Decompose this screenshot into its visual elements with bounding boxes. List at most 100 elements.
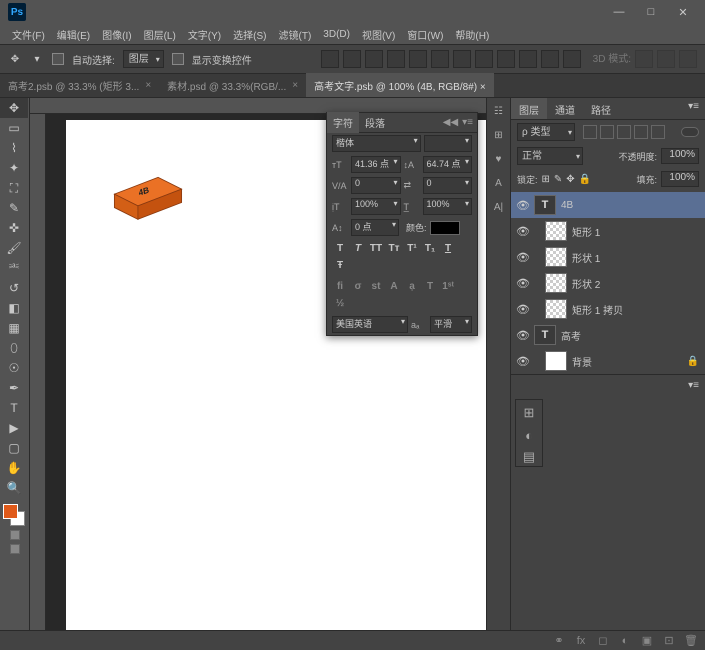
superscript-button[interactable]: T¹ (404, 241, 420, 256)
align-icon[interactable] (343, 50, 361, 68)
adjustment-icon[interactable]: ◐ (520, 426, 538, 444)
strike-button[interactable]: Ŧ (332, 258, 348, 273)
visibility-icon[interactable]: 👁 (517, 199, 529, 211)
menu-image[interactable]: 图像(I) (98, 25, 135, 44)
baseline-input[interactable]: 0 点 (351, 219, 399, 236)
lock-pos-icon[interactable]: ✥ (566, 174, 574, 185)
bold-button[interactable]: T (332, 241, 348, 256)
layer-name[interactable]: 4B (561, 200, 573, 211)
lasso-tool[interactable]: ⌇ (0, 138, 28, 158)
menu-3d[interactable]: 3D(D) (319, 27, 354, 42)
close-button[interactable]: ✕ (669, 4, 697, 20)
ot-st-button[interactable]: st (368, 279, 384, 294)
panel-expand-icon[interactable]: ◀◀ (443, 117, 458, 128)
align-icon[interactable] (541, 50, 559, 68)
close-icon[interactable]: × (145, 80, 151, 91)
layer-name[interactable]: 形状 2 (572, 276, 600, 291)
tab-channels[interactable]: 通道 (547, 98, 583, 119)
blur-tool[interactable]: ⬯ (0, 338, 28, 358)
trash-icon[interactable]: 🗑 (683, 633, 699, 649)
type-tool[interactable]: T (0, 398, 28, 418)
hand-tool[interactable]: ✋ (0, 458, 28, 478)
layer-row[interactable]: 👁矩形 1 拷贝 (511, 296, 705, 322)
color-swatches[interactable] (0, 502, 28, 528)
tab-layers[interactable]: 图层 (511, 98, 547, 119)
ot-sigma-button[interactable]: σ (350, 279, 366, 294)
preset-icon[interactable]: ▤ (520, 448, 538, 466)
wand-tool[interactable]: ✦ (0, 158, 28, 178)
underline-button[interactable]: T (440, 241, 456, 256)
font-size-input[interactable]: 41.36 点 (351, 156, 401, 173)
eyedropper-tool[interactable]: ✎ (0, 198, 28, 218)
tab-character[interactable]: 字符 (327, 112, 359, 133)
collapsed-panel-icon[interactable]: ♥ (490, 150, 508, 168)
tab-paragraph[interactable]: 段落 (359, 112, 391, 133)
path-select-tool[interactable]: ▶ (0, 418, 28, 438)
blend-mode-select[interactable]: 正常 (517, 147, 583, 165)
lock-trans-icon[interactable]: ⊞ (542, 174, 550, 185)
menu-type[interactable]: 文字(Y) (184, 25, 225, 44)
visibility-icon[interactable]: 👁 (517, 303, 529, 315)
menu-edit[interactable]: 编辑(E) (53, 25, 94, 44)
dodge-tool[interactable]: ☉ (0, 358, 28, 378)
filter-toggle[interactable] (681, 127, 699, 137)
minimize-button[interactable]: — (605, 4, 633, 20)
adjustment-layer-icon[interactable]: ◐ (617, 633, 633, 649)
ot-fi-button[interactable]: fi (332, 279, 348, 294)
lock-all-icon[interactable]: 🔒 (579, 174, 591, 185)
visibility-icon[interactable]: 👁 (517, 329, 529, 341)
document-tab[interactable]: 素材.psd @ 33.3%(RGB/...× (159, 73, 306, 97)
menu-select[interactable]: 选择(S) (229, 25, 270, 44)
link-icon[interactable]: ⚭ (551, 633, 567, 649)
filter-smart-icon[interactable] (651, 125, 665, 139)
collapsed-panel-icon[interactable]: A (490, 174, 508, 192)
visibility-icon[interactable]: 👁 (517, 225, 529, 237)
menu-layer[interactable]: 图层(L) (140, 25, 180, 44)
ot-half-button[interactable]: ½ (332, 296, 348, 311)
layer-row[interactable]: 👁形状 2 (511, 270, 705, 296)
ruler-vertical[interactable] (30, 114, 46, 650)
align-icon[interactable] (387, 50, 405, 68)
visibility-icon[interactable]: 👁 (517, 355, 529, 367)
move-tool[interactable]: ✥ (0, 98, 28, 118)
menu-help[interactable]: 帮助(H) (451, 25, 493, 44)
screen-mode-icon[interactable] (10, 544, 20, 554)
italic-button[interactable]: T (350, 241, 366, 256)
subscript-button[interactable]: T₁ (422, 241, 438, 256)
filter-adjust-icon[interactable] (600, 125, 614, 139)
brush-tool[interactable]: 🖌 (0, 238, 28, 258)
align-icon[interactable] (519, 50, 537, 68)
layer-thumb[interactable] (545, 273, 567, 293)
layer-thumb[interactable] (545, 299, 567, 319)
align-icon[interactable] (321, 50, 339, 68)
layer-thumb[interactable] (545, 247, 567, 267)
layer-row[interactable]: 👁背景🔒 (511, 348, 705, 374)
fill-input[interactable]: 100% (661, 171, 699, 187)
visibility-icon[interactable]: 👁 (517, 251, 529, 263)
align-icon[interactable] (475, 50, 493, 68)
align-icon[interactable] (453, 50, 471, 68)
align-icon[interactable] (409, 50, 427, 68)
hscale-input[interactable]: 100% (423, 198, 473, 215)
ot-ad-button[interactable]: ạ (404, 279, 420, 294)
eraser-tool[interactable]: ◧ (0, 298, 28, 318)
language-select[interactable]: 美国英语 (332, 316, 408, 333)
history-brush-tool[interactable]: ↺ (0, 278, 28, 298)
zoom-tool[interactable]: 🔍 (0, 478, 28, 498)
stamp-tool[interactable]: ⎃ (0, 258, 28, 278)
vscale-input[interactable]: 100% (351, 198, 401, 215)
crop-tool[interactable]: ⛶ (0, 178, 28, 198)
kerning-input[interactable]: 0 (351, 177, 401, 194)
ot-A-button[interactable]: A (386, 279, 402, 294)
lock-pixel-icon[interactable]: ✎ (554, 174, 562, 185)
panel-collapse-icon[interactable]: ▾≡ (688, 380, 699, 391)
mask-icon[interactable]: ◻ (595, 633, 611, 649)
ot-1st-button[interactable]: 1ˢᵗ (440, 279, 456, 294)
align-icon[interactable] (431, 50, 449, 68)
new-layer-icon[interactable]: ⊡ (661, 633, 677, 649)
layer-row[interactable]: 👁T高考 (511, 322, 705, 348)
ot-T-button[interactable]: T (422, 279, 438, 294)
allcaps-button[interactable]: TT (368, 241, 384, 256)
layer-row[interactable]: 👁形状 1 (511, 244, 705, 270)
smallcaps-button[interactable]: Tᴛ (386, 241, 402, 256)
